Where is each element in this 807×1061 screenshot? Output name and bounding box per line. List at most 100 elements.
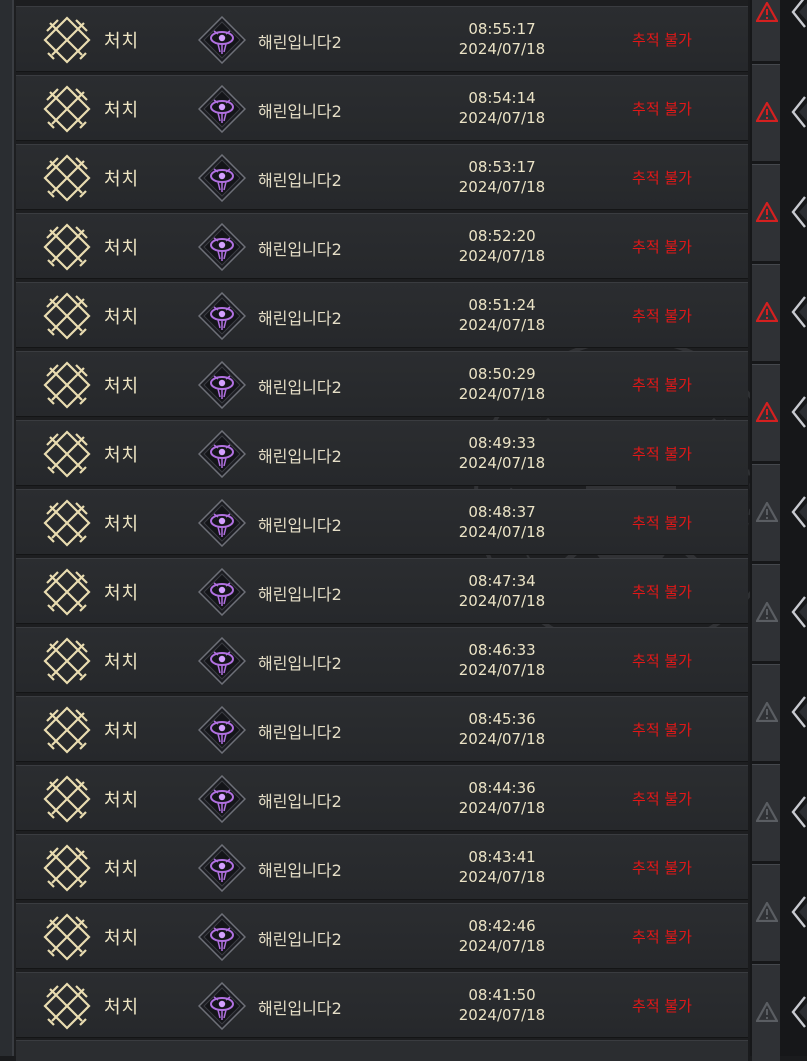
player-name[interactable]: 해린입니다2 — [258, 995, 342, 1019]
chevron-left-icon[interactable] — [790, 395, 807, 429]
track-status: 추적 불가 — [632, 997, 692, 1015]
chevron-left-icon[interactable] — [790, 795, 807, 829]
side-cell[interactable] — [750, 364, 807, 461]
row-type-label: 처치 — [104, 445, 140, 466]
player-name[interactable]: 해린입니다2 — [258, 29, 342, 53]
side-cell[interactable] — [750, 164, 807, 261]
track-status: 추적 불가 — [632, 100, 692, 118]
purple-eye-emblem-icon — [198, 982, 246, 1030]
kill-time: 08:44:36 — [468, 779, 536, 797]
side-cell[interactable] — [750, 664, 807, 761]
side-alert-panel — [750, 0, 807, 1061]
row-type-label: 처치 — [104, 100, 140, 121]
chevron-left-icon[interactable] — [790, 495, 807, 529]
warning-triangle-icon — [756, 802, 778, 822]
crossed-swords-icon — [43, 568, 91, 616]
purple-eye-emblem-icon — [198, 637, 246, 685]
chevron-left-icon[interactable] — [790, 595, 807, 629]
chevron-left-icon[interactable] — [790, 0, 807, 29]
table-row[interactable]: 처치 해린입니다2 08:53:17 2024/07/18 추적 불가 — [16, 144, 748, 210]
kill-date: 2024/07/18 — [458, 109, 546, 127]
chevron-left-icon[interactable] — [790, 195, 807, 229]
player-name[interactable]: 해린입니다2 — [258, 650, 342, 674]
table-row[interactable]: 처치 해린입니다2 08:50:29 2024/07/18 추적 불가 — [16, 351, 748, 417]
player-name[interactable]: 해린입니다2 — [258, 788, 342, 812]
table-row[interactable]: 처치 해린입니다2 08:52:20 2024/07/18 추적 불가 — [16, 213, 748, 279]
crossed-swords-icon — [43, 16, 91, 64]
row-type-label: 처치 — [104, 583, 140, 604]
row-type-label: 처치 — [104, 169, 140, 190]
purple-eye-emblem-icon — [198, 706, 246, 754]
warning-triangle-icon — [756, 102, 778, 122]
side-cell[interactable] — [750, 764, 807, 861]
kill-date: 2024/07/18 — [458, 247, 546, 265]
table-row[interactable]: 처치 해린입니다2 08:44:36 2024/07/18 추적 불가 — [16, 765, 748, 831]
player-name[interactable]: 해린입니다2 — [258, 926, 342, 950]
purple-eye-emblem-icon — [198, 361, 246, 409]
warning-triangle-icon — [756, 702, 778, 722]
purple-eye-emblem-icon — [198, 16, 246, 64]
table-row[interactable]: 처치 해린입니다2 08:47:34 2024/07/18 추적 불가 — [16, 558, 748, 624]
kill-timestamp: 08:41:50 2024/07/18 — [436, 985, 568, 1025]
side-cell[interactable] — [750, 964, 807, 1061]
kill-date: 2024/07/18 — [458, 937, 546, 955]
kill-time: 08:52:20 — [468, 227, 536, 245]
side-cell[interactable] — [750, 64, 807, 161]
kill-time: 08:46:33 — [468, 641, 536, 659]
chevron-left-icon[interactable] — [790, 995, 807, 1029]
row-type-label: 처치 — [104, 859, 140, 880]
chevron-left-icon[interactable] — [790, 895, 807, 929]
kill-time: 08:53:17 — [468, 158, 536, 176]
side-cell[interactable] — [750, 264, 807, 361]
kill-date: 2024/07/18 — [458, 1006, 546, 1024]
purple-eye-emblem-icon — [198, 568, 246, 616]
table-row[interactable]: 처치 해린입니다2 08:45:36 2024/07/18 추적 불가 — [16, 696, 748, 762]
crossed-swords-icon — [43, 361, 91, 409]
warning-triangle-icon — [756, 302, 778, 322]
table-row[interactable]: 처치 해린입니다2 08:54:14 2024/07/18 추적 불가 — [16, 75, 748, 141]
kill-timestamp: 08:52:20 2024/07/18 — [436, 226, 568, 266]
table-row[interactable]: 처치 해린입니다2 08:41:50 2024/07/18 추적 불가 — [16, 972, 748, 1038]
player-name[interactable]: 해린입니다2 — [258, 167, 342, 191]
player-name[interactable]: 해린입니다2 — [258, 305, 342, 329]
player-name[interactable]: 해린입니다2 — [258, 512, 342, 536]
player-name[interactable]: 해린입니다2 — [258, 719, 342, 743]
table-row[interactable]: 처치 해린입니다2 08:42:46 2024/07/18 추적 불가 — [16, 903, 748, 969]
side-cell[interactable] — [750, 0, 807, 61]
player-name[interactable]: 해린입니다2 — [258, 98, 342, 122]
left-panel-edge — [0, 0, 14, 1056]
crossed-swords-icon — [43, 913, 91, 961]
kill-time: 08:47:34 — [468, 572, 536, 590]
table-row[interactable]: 처치 해린입니다2 08:48:37 2024/07/18 추적 불가 — [16, 489, 748, 555]
warning-triangle-icon — [756, 2, 778, 22]
player-name[interactable]: 해린입니다2 — [258, 374, 342, 398]
table-row[interactable]: 처치 해린입니다2 08:49:33 2024/07/18 추적 불가 — [16, 420, 748, 486]
kill-timestamp: 08:55:17 2024/07/18 — [436, 19, 568, 59]
kill-log-list[interactable]: 처치 해린입니다2 08:55:17 2024/07/18 추적 불가 처치 해… — [14, 0, 788, 1061]
warning-triangle-icon — [756, 402, 778, 422]
table-row[interactable]: 처치 해린입니다2 08:43:41 2024/07/18 추적 불가 — [16, 834, 748, 900]
table-row[interactable]: 처치 해린입니다2 08:51:24 2024/07/18 추적 불가 — [16, 282, 748, 348]
side-cell[interactable] — [750, 564, 807, 661]
table-row[interactable]: 처치 해린입니다2 08:46:33 2024/07/18 추적 불가 — [16, 627, 748, 693]
chevron-left-icon[interactable] — [790, 695, 807, 729]
row-type-label: 처치 — [104, 721, 140, 742]
side-cell[interactable] — [750, 864, 807, 961]
side-cell[interactable] — [750, 464, 807, 561]
kill-time: 08:41:50 — [468, 986, 536, 1004]
purple-eye-emblem-icon — [198, 913, 246, 961]
player-name[interactable]: 해린입니다2 — [258, 581, 342, 605]
warning-triangle-icon — [756, 902, 778, 922]
kill-timestamp: 08:49:33 2024/07/18 — [436, 433, 568, 473]
player-name[interactable]: 해린입니다2 — [258, 443, 342, 467]
player-name[interactable]: 해린입니다2 — [258, 857, 342, 881]
table-row[interactable]: 처치 해린입니다2 08:55:17 2024/07/18 추적 불가 — [16, 6, 748, 72]
crossed-swords-icon — [43, 430, 91, 478]
kill-date: 2024/07/18 — [458, 40, 546, 58]
kill-date: 2024/07/18 — [458, 523, 546, 541]
crossed-swords-icon — [43, 775, 91, 823]
player-name[interactable]: 해린입니다2 — [258, 236, 342, 260]
chevron-left-icon[interactable] — [790, 295, 807, 329]
kill-time: 08:45:36 — [468, 710, 536, 728]
chevron-left-icon[interactable] — [790, 95, 807, 129]
